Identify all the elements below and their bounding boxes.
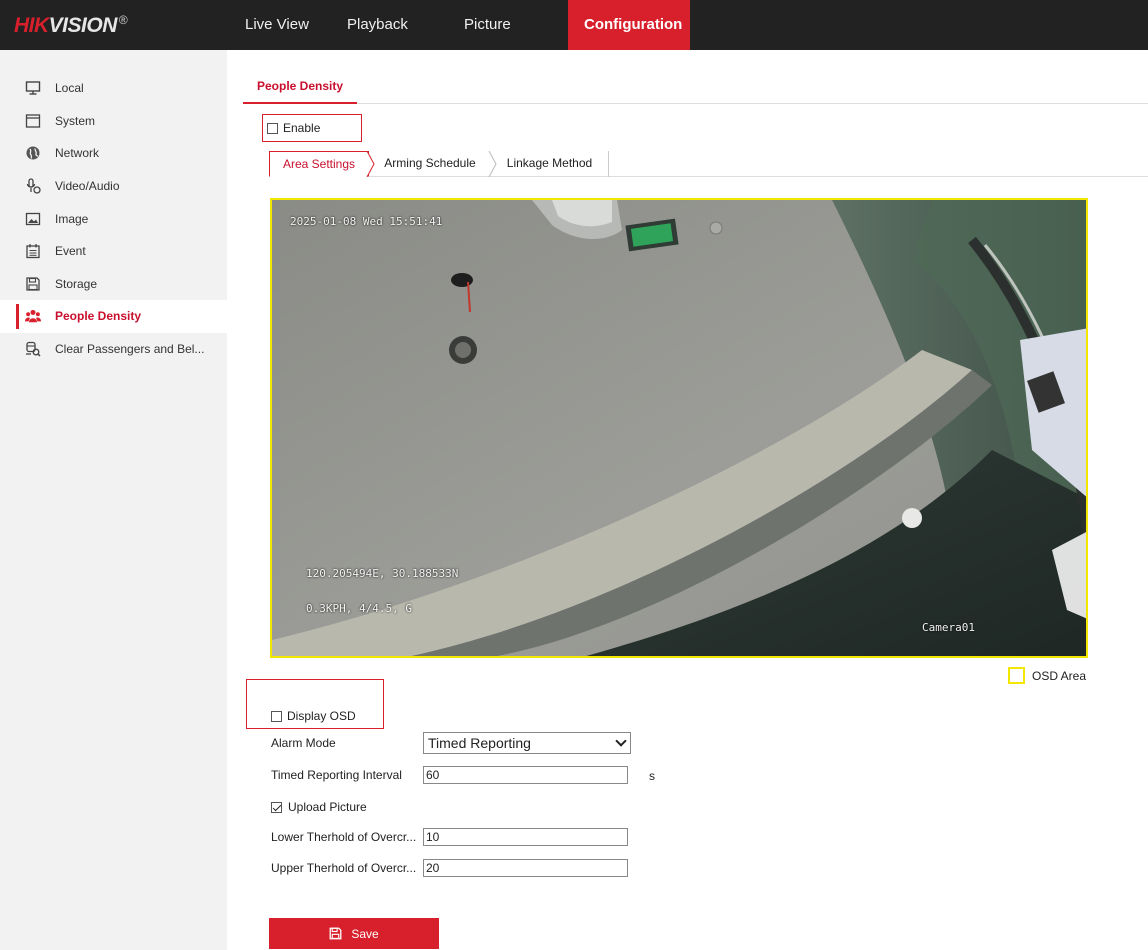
sidebar-item-label: Clear Passengers and Bel...	[55, 342, 205, 357]
nav-picture[interactable]: Picture	[448, 0, 568, 50]
calendar-icon	[25, 243, 41, 259]
nav-live-view[interactable]: Live View	[229, 0, 331, 50]
interval-unit: s	[649, 769, 655, 783]
main-nav: Live View Playback Picture Configuration	[229, 0, 690, 50]
sidebar-item-label: Event	[55, 244, 86, 259]
display-osd-checkbox[interactable]	[271, 711, 282, 722]
alarm-mode-value: Timed Reporting	[428, 735, 531, 751]
floppy-disk-icon	[329, 927, 342, 940]
upload-picture-checkbox[interactable]	[271, 802, 282, 813]
page-tab-bar: People Density	[243, 77, 1148, 104]
sidebar-item-label: System	[55, 113, 96, 128]
chevron-down-icon	[615, 735, 627, 747]
lower-threshold-label: Lower Therhold of Overcr...	[271, 830, 417, 844]
enable-highlight-box: Enable	[262, 114, 362, 142]
sidebar-item-clear-passengers[interactable]: Clear Passengers and Bel...	[0, 333, 227, 366]
sidebar-item-system[interactable]: System	[0, 105, 227, 138]
alarm-mode-select[interactable]: Timed Reporting	[423, 732, 631, 754]
sidebar-item-local[interactable]: Local	[0, 72, 227, 105]
osd-area-legend: OSD Area	[1008, 667, 1086, 684]
sidebar-item-people-density[interactable]: People Density	[0, 300, 227, 333]
osd-datetime: 2025-01-08 Wed 15:51:41	[290, 215, 443, 228]
hikvision-logo: HIKVISION ®	[14, 13, 128, 37]
floppy-disk-icon	[25, 276, 41, 292]
top-bar: HIKVISION ® Live View Playback Picture Co…	[0, 0, 1148, 50]
upper-threshold-label: Upper Therhold of Overcr...	[271, 861, 417, 875]
sidebar-item-label: Network	[55, 146, 100, 161]
enable-checkbox[interactable]	[267, 123, 278, 134]
osd-area-label: OSD Area	[1032, 668, 1087, 683]
display-osd-label: Display OSD	[287, 709, 356, 723]
sidebar-item-label: Image	[55, 211, 89, 226]
monitor-icon	[25, 80, 41, 96]
save-label: Save	[351, 926, 379, 941]
nav-configuration[interactable]: Configuration	[568, 0, 690, 50]
subtab-bar: Area Settings Arming Schedule Linkage Me…	[269, 151, 1148, 177]
main-panel: People Density Enable Area Settings Armi…	[227, 50, 1148, 950]
osd-speed: 0.3KPH, 4/4.5, G	[306, 602, 412, 615]
globe-icon	[25, 145, 41, 161]
save-button[interactable]: Save	[269, 918, 439, 949]
subtab-area-settings[interactable]: Area Settings	[269, 151, 369, 177]
interval-label: Timed Reporting Interval	[271, 768, 402, 782]
display-osd-highlight-box: Display OSD	[246, 679, 384, 729]
camera-scene	[272, 200, 1086, 656]
sidebar-item-label: Video/Audio	[55, 179, 120, 194]
sidebar-item-label: Local	[55, 81, 84, 96]
system-window-icon	[25, 113, 41, 129]
alarm-mode-label: Alarm Mode	[271, 736, 336, 750]
sidebar-item-network[interactable]: Network	[0, 137, 227, 170]
sidebar: Local System Network Video/Audio Image E…	[0, 50, 227, 950]
sidebar-item-image[interactable]: Image	[0, 202, 227, 235]
microphone-icon	[25, 178, 41, 194]
osd-gps: 120.205494E, 30.188533N	[306, 567, 459, 580]
sidebar-item-video-audio[interactable]: Video/Audio	[0, 170, 227, 203]
sidebar-item-event[interactable]: Event	[0, 235, 227, 268]
sidebar-item-label: Storage	[55, 276, 98, 291]
osd-area-swatch	[1008, 667, 1025, 684]
enable-label: Enable	[283, 121, 321, 135]
upper-threshold-input[interactable]: 20	[423, 859, 628, 877]
lower-threshold-input[interactable]: 10	[423, 828, 628, 846]
image-icon	[25, 211, 41, 227]
osd-camera-name: Camera01	[922, 621, 975, 634]
sidebar-item-label: People Density	[55, 309, 142, 324]
interval-input[interactable]: 60	[423, 766, 628, 784]
tab-people-density[interactable]: People Density	[243, 77, 358, 104]
people-group-icon	[25, 308, 41, 324]
subtab-arming-schedule[interactable]: Arming Schedule	[369, 151, 491, 177]
sidebar-item-storage[interactable]: Storage	[0, 268, 227, 301]
subtab-linkage-method[interactable]: Linkage Method	[491, 151, 609, 177]
upload-picture-label: Upload Picture	[288, 800, 367, 814]
video-preview[interactable]: 2025-01-08 Wed 15:51:41 120.205494E, 30.…	[270, 198, 1088, 658]
nav-playback[interactable]: Playback	[331, 0, 448, 50]
passenger-search-icon	[25, 341, 41, 357]
